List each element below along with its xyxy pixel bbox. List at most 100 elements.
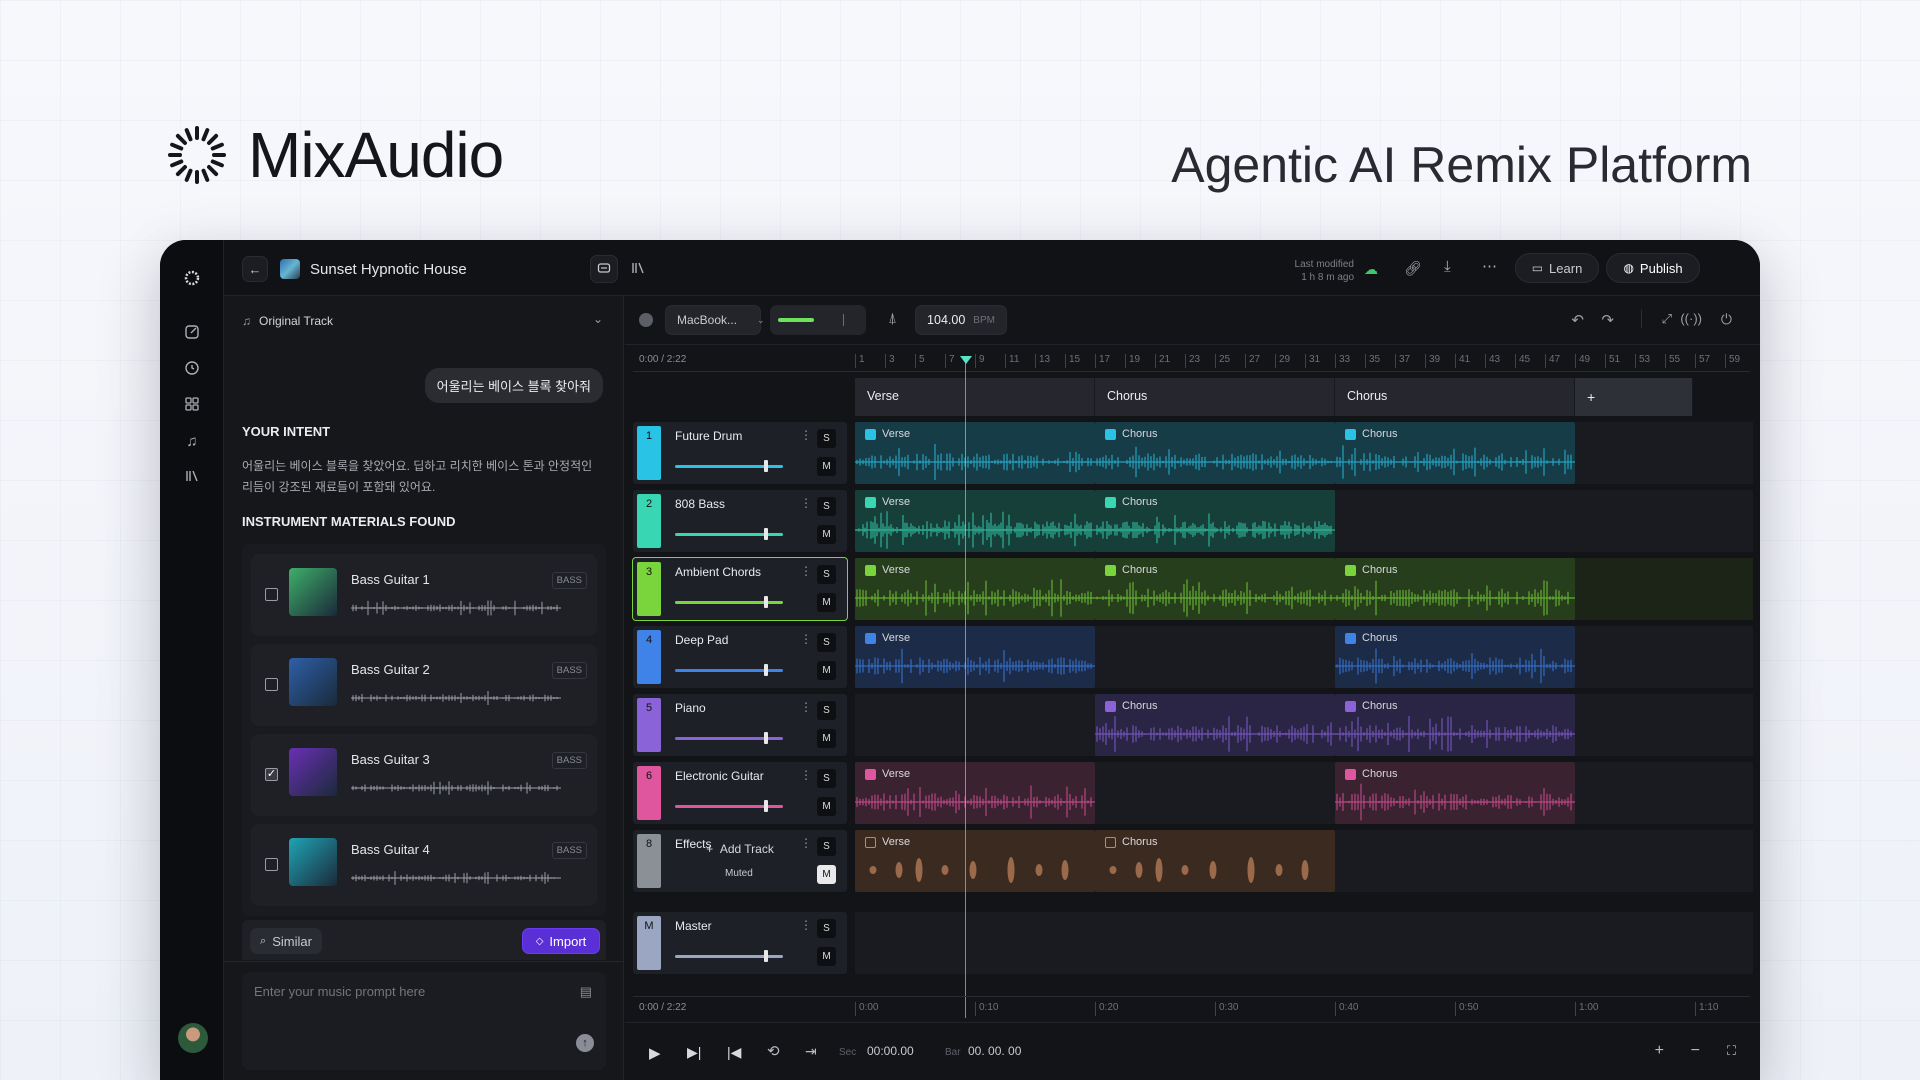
metronome-icon[interactable]: ⍋: [888, 310, 897, 327]
bpm-field[interactable]: 104.00 BPM: [915, 305, 1007, 335]
audio-clip[interactable]: Verse: [855, 762, 1095, 824]
volume-knob[interactable]: [763, 732, 768, 744]
chevron-down-icon[interactable]: ⌄: [593, 312, 603, 326]
zoom-in-icon[interactable]: +: [1655, 1042, 1664, 1060]
material-item[interactable]: Bass Guitar 4 BASS: [251, 824, 597, 906]
download-icon[interactable]: ⤓: [1444, 258, 1451, 275]
audio-clip[interactable]: Verse: [855, 422, 1095, 484]
audio-clip[interactable]: Verse: [855, 830, 1095, 892]
solo-button[interactable]: S: [817, 429, 836, 448]
library-icon[interactable]: [182, 468, 202, 488]
section-header[interactable]: Chorus: [1095, 378, 1335, 416]
mute-button[interactable]: M: [817, 797, 836, 816]
power-icon[interactable]: ⏻: [1721, 311, 1732, 328]
audio-clip[interactable]: Chorus: [1095, 694, 1335, 756]
more-icon[interactable]: ⋯: [1482, 257, 1497, 275]
audio-clip[interactable]: Verse: [855, 626, 1095, 688]
user-avatar[interactable]: [178, 1023, 208, 1053]
material-checkbox[interactable]: [265, 588, 278, 601]
material-checkbox[interactable]: [265, 678, 278, 691]
track-header[interactable]: 1 Future Drum ⋮ S M: [633, 422, 847, 484]
skip-back-icon[interactable]: |◀: [727, 1044, 741, 1061]
undo-icon[interactable]: ↶: [1571, 311, 1584, 329]
prompt-box[interactable]: ▤ ↑: [242, 972, 606, 1070]
track-header[interactable]: 6 Electronic Guitar ⋮ S M: [633, 762, 847, 824]
history-icon[interactable]: [182, 360, 202, 380]
library-toggle-icon[interactable]: [630, 260, 646, 281]
track-menu-icon[interactable]: ⋮: [800, 700, 812, 714]
track-header[interactable]: 4 Deep Pad ⋮ S M: [633, 626, 847, 688]
step-forward-icon[interactable]: ▶|: [687, 1044, 701, 1061]
bar-ruler[interactable]: 1 3 5 7 9 11 13 15 17 19 21 23 25 27 29 31 33 35 37 39 41 43 4…: [855, 352, 1750, 372]
solo-button[interactable]: S: [817, 633, 836, 652]
audio-clip[interactable]: Chorus: [1335, 558, 1575, 620]
volume-knob[interactable]: [763, 528, 768, 540]
track-menu-icon[interactable]: ⋮: [800, 632, 812, 646]
mute-button[interactable]: M: [817, 525, 836, 544]
link-icon[interactable]: 🔗︎: [1404, 260, 1422, 277]
broadcast-icon[interactable]: ((·)): [1680, 311, 1702, 326]
record-icon[interactable]: [639, 313, 653, 327]
track-menu-icon[interactable]: ⋮: [800, 564, 812, 578]
add-section-button[interactable]: +: [1575, 378, 1693, 416]
attach-file-icon[interactable]: ▤: [580, 984, 592, 1000]
new-project-icon[interactable]: [182, 324, 202, 344]
add-track-button[interactable]: + Add Track: [633, 842, 847, 862]
audio-clip[interactable]: Chorus: [1335, 762, 1575, 824]
track-header[interactable]: 5 Piano ⋮ S M: [633, 694, 847, 756]
track-header[interactable]: M Master ⋮ S M: [633, 912, 847, 974]
material-item[interactable]: Bass Guitar 2 BASS: [251, 644, 597, 726]
track-menu-icon[interactable]: ⋮: [800, 496, 812, 510]
audio-clip[interactable]: Chorus: [1335, 694, 1575, 756]
mute-button[interactable]: M: [817, 593, 836, 612]
solo-button[interactable]: S: [817, 497, 836, 516]
mute-button[interactable]: M: [817, 661, 836, 680]
section-header[interactable]: Chorus: [1335, 378, 1575, 416]
prompt-input[interactable]: [254, 984, 554, 999]
zoom-out-icon[interactable]: −: [1691, 1042, 1700, 1060]
similar-button[interactable]: ⌕ Similar: [250, 928, 322, 954]
learn-button[interactable]: ▭ Learn: [1515, 253, 1599, 283]
material-item[interactable]: Bass Guitar 1 BASS: [251, 554, 597, 636]
back-button[interactable]: ←: [242, 256, 268, 282]
audio-clip[interactable]: Chorus: [1095, 558, 1335, 620]
track-menu-icon[interactable]: ⋮: [800, 768, 812, 782]
volume-knob[interactable]: [763, 950, 768, 962]
original-track-selector[interactable]: ♫ Original Track: [242, 314, 333, 328]
audio-clip[interactable]: Chorus: [1095, 830, 1335, 892]
mute-button[interactable]: M: [817, 865, 836, 884]
mute-button[interactable]: M: [817, 947, 836, 966]
jump-end-icon[interactable]: ⇥: [805, 1043, 817, 1060]
audio-clip[interactable]: Verse: [855, 490, 1095, 552]
loop-icon[interactable]: ⟲: [767, 1042, 780, 1060]
audio-clip[interactable]: Verse: [855, 558, 1095, 620]
music-note-icon[interactable]: ♫: [182, 432, 202, 452]
publish-button[interactable]: ◍ Publish: [1606, 253, 1700, 283]
redo-icon[interactable]: ↷: [1601, 311, 1614, 329]
track-header[interactable]: 3 Ambient Chords ⋮ S M: [632, 557, 848, 621]
solo-button[interactable]: S: [817, 769, 836, 788]
section-header[interactable]: Verse: [855, 378, 1095, 416]
mute-button[interactable]: M: [817, 457, 836, 476]
track-menu-icon[interactable]: ⋮: [800, 918, 812, 932]
master-level-meter[interactable]: [770, 305, 866, 335]
volume-knob[interactable]: [763, 800, 768, 812]
app-logo-icon[interactable]: [182, 268, 202, 288]
mute-button[interactable]: M: [817, 729, 836, 748]
volume-knob[interactable]: [763, 460, 768, 472]
expand-icon[interactable]: ⤢: [1662, 311, 1672, 327]
solo-button[interactable]: S: [817, 919, 836, 938]
solo-button[interactable]: S: [817, 565, 836, 584]
audio-clip[interactable]: Chorus: [1335, 422, 1575, 484]
track-header[interactable]: 2 808 Bass ⋮ S M: [633, 490, 847, 552]
audio-clip[interactable]: Chorus: [1095, 422, 1335, 484]
import-button[interactable]: ◇ Import: [522, 928, 600, 954]
chat-icon[interactable]: [590, 255, 618, 283]
playhead-handle[interactable]: [960, 356, 972, 364]
device-select[interactable]: MacBook... ⌄: [665, 305, 765, 335]
material-item[interactable]: ✓ Bass Guitar 3 BASS: [251, 734, 597, 816]
material-checkbox[interactable]: [265, 858, 278, 871]
seconds-ruler[interactable]: 0:00 0:10 0:20 0:30 0:40 0:50 1:00 1:10: [855, 1000, 1750, 1020]
solo-button[interactable]: S: [817, 701, 836, 720]
audio-clip[interactable]: Chorus: [1095, 490, 1335, 552]
